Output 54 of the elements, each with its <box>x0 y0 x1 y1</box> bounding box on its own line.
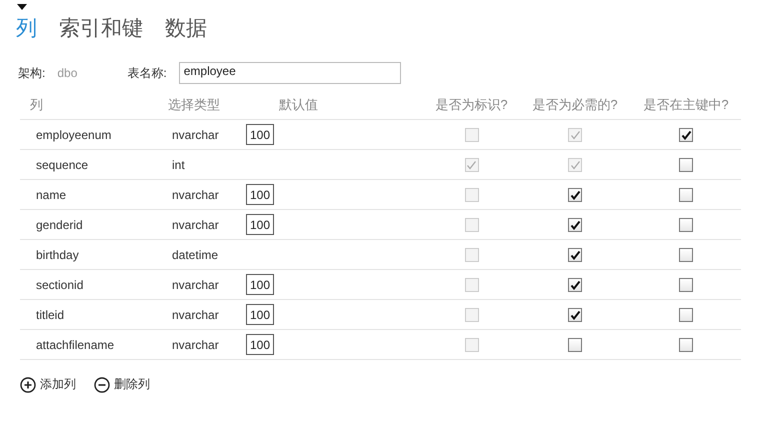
plus-circle-icon <box>20 376 36 392</box>
checkbox[interactable] <box>568 188 582 202</box>
type-value: datetime <box>172 248 218 262</box>
remove-column-button[interactable]: 删除列 <box>94 376 150 393</box>
column-name: name <box>36 188 66 202</box>
table-name-field[interactable]: employee <box>178 62 401 84</box>
column-header: 选择类型 <box>168 96 246 120</box>
table-name-label: 表名称: <box>127 64 167 82</box>
column-header: 默认值 <box>246 96 424 120</box>
checkbox[interactable] <box>679 218 693 232</box>
column-name: genderid <box>36 218 83 232</box>
checkbox[interactable] <box>568 218 582 232</box>
minus-circle-icon <box>94 376 110 392</box>
column-name: employeenum <box>36 128 112 142</box>
schema-value: dbo <box>57 66 78 80</box>
column-name: sequence <box>36 158 88 172</box>
checkbox[interactable] <box>679 188 693 202</box>
column-header: 列 <box>20 96 168 120</box>
checkbox[interactable] <box>679 128 693 142</box>
type-value: nvarchar <box>172 338 219 352</box>
column-header: 是否为标识? <box>424 96 519 120</box>
size-field[interactable]: 100 <box>246 214 274 235</box>
checkbox[interactable] <box>679 338 693 352</box>
type-value: nvarchar <box>172 218 219 232</box>
column-name: titleid <box>36 308 64 322</box>
column-name: birthday <box>36 248 79 262</box>
type-value: nvarchar <box>172 128 219 142</box>
tab[interactable]: 索引和键 <box>59 4 143 42</box>
column-header: 是否为必需的? <box>519 96 631 120</box>
size-field[interactable]: 100 <box>246 274 274 295</box>
checkbox[interactable] <box>568 338 582 352</box>
size-field[interactable]: 100 <box>246 334 274 355</box>
add-column-button[interactable]: 添加列 <box>20 376 76 393</box>
checkbox[interactable] <box>568 278 582 292</box>
type-value: nvarchar <box>172 188 219 202</box>
type-value: int <box>172 158 185 172</box>
schema-label: 架构: <box>18 64 46 82</box>
type-value: nvarchar <box>172 308 219 322</box>
checkbox[interactable] <box>568 248 582 262</box>
column-name: sectionid <box>36 278 84 292</box>
checkbox[interactable] <box>568 308 582 322</box>
column-header: 是否在主键中? <box>631 96 741 120</box>
checkbox[interactable] <box>679 308 693 322</box>
checkbox[interactable] <box>679 278 693 292</box>
size-field[interactable]: 100 <box>246 124 274 145</box>
tab[interactable]: 数据 <box>165 4 207 42</box>
column-name: attachfilename <box>36 338 114 352</box>
size-field[interactable]: 100 <box>246 184 274 205</box>
selected-arrow-icon <box>17 4 27 10</box>
type-value: nvarchar <box>172 278 219 292</box>
tab[interactable]: 列 <box>16 4 37 42</box>
checkbox[interactable] <box>679 158 693 172</box>
size-field[interactable]: 100 <box>246 304 274 325</box>
checkbox[interactable] <box>679 248 693 262</box>
